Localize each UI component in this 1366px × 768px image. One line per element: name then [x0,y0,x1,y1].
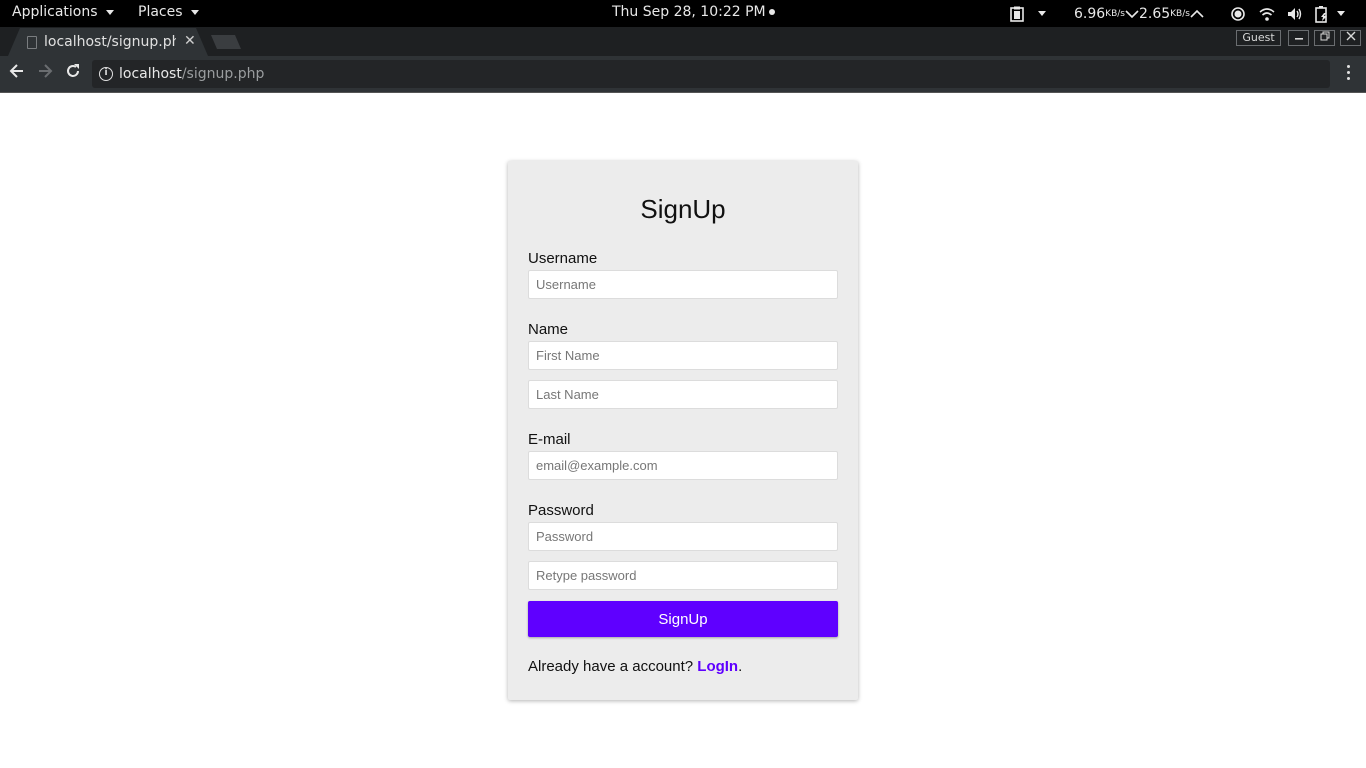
address-bar[interactable]: i localhost/signup.php [92,60,1330,88]
kebab-dot [1346,77,1350,80]
places-label: Places [138,4,183,20]
minimize-icon [1294,38,1303,40]
forward-button[interactable] [37,63,53,84]
info-icon[interactable]: i [99,67,113,81]
chevron-down-icon [190,9,199,15]
tab-title: localhost/signup.php [44,34,176,50]
chevron-down-icon [105,9,114,15]
reload-icon [67,64,79,77]
url-path: /signup.php [181,66,265,82]
signup-card: SignUp Username Name E-mail Password Sig… [508,161,858,700]
status-menu[interactable] [1230,0,1345,27]
login-prompt-period: . [738,658,743,675]
url-text[interactable]: localhost/signup.php [119,66,264,82]
retype-password-input[interactable] [528,561,838,590]
first-name-input[interactable] [528,341,838,370]
login-prompt-text: Already have a account? [528,658,698,675]
login-prompt: Already have a account? LogIn. [528,658,742,675]
wifi-icon [1259,7,1275,21]
username-label: Username [528,250,598,267]
tab-strip: localhost/signup.php ✕ Guest [0,27,1366,56]
last-name-input[interactable] [528,380,838,409]
chevron-down-icon [1038,11,1046,16]
notification-dot-icon [768,9,775,15]
username-input[interactable] [528,270,838,299]
close-window-button[interactable] [1340,30,1361,46]
close-icon [1346,31,1355,41]
applications-label: Applications [12,4,98,20]
browser-menu-button[interactable] [1344,65,1352,80]
tab-signup[interactable]: localhost/signup.php ✕ [8,28,208,56]
net-up-unit: KB/s [1170,8,1190,19]
restore-button[interactable] [1314,30,1335,46]
clipboard-menu[interactable] [1010,0,1046,27]
signup-button[interactable]: SignUp [528,601,838,637]
page-icon [27,36,37,49]
network-speed: 6.96 KB/s 2.65 KB/s [1074,0,1204,27]
kebab-dot [1346,65,1350,68]
clock[interactable]: Thu Sep 28, 10:22 PM [612,4,775,20]
password-input[interactable] [528,522,838,551]
arrow-left-icon [9,64,23,78]
net-up-value: 2.65 [1138,5,1171,22]
profile-button[interactable]: Guest [1236,30,1281,46]
volume-icon [1288,7,1302,20]
chevron-down-icon [1337,11,1345,16]
places-menu[interactable]: Places [138,4,199,20]
reload-button[interactable] [65,63,81,84]
back-button[interactable] [9,63,25,84]
page-title: SignUp [640,194,726,224]
url-host: localhost [119,66,182,82]
login-link[interactable]: LogIn [697,658,738,675]
email-label: E-mail [528,431,571,448]
record-icon [1231,6,1245,21]
password-label: Password [528,502,594,519]
applications-menu[interactable]: Applications [12,4,114,20]
net-down-unit: KB/s [1105,8,1125,19]
restore-icon [1320,31,1329,41]
new-tab-button[interactable] [211,35,241,49]
kebab-dot [1346,71,1350,74]
clock-text: Thu Sep 28, 10:22 PM [612,4,766,20]
name-label: Name [528,321,569,338]
system-top-bar: Applications Places Thu Sep 28, 10:22 PM… [0,0,1366,27]
net-down-value: 6.96 [1074,5,1106,22]
arrow-down-icon [1125,9,1139,18]
arrow-right-icon [39,64,53,78]
clipboard-icon [1010,6,1024,22]
minimize-button[interactable] [1288,30,1309,46]
battery-charging-icon [1315,5,1327,23]
email-input[interactable] [528,451,838,480]
close-tab-icon[interactable]: ✕ [184,33,196,49]
browser-toolbar: i localhost/signup.php [0,56,1366,93]
arrow-up-icon [1190,9,1204,18]
